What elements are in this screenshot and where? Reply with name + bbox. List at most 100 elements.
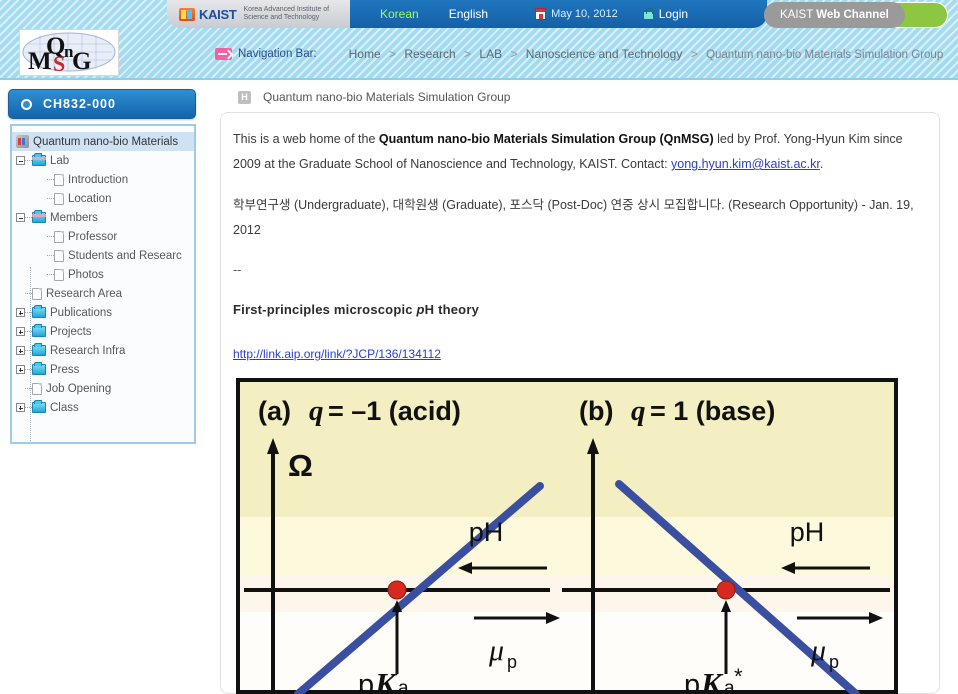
sidebar-item-research-area[interactable]: Research Area <box>12 284 194 303</box>
svg-text:pH: pH <box>790 517 825 547</box>
collapse-minus-icon[interactable] <box>16 156 25 165</box>
home-icon: H <box>238 90 251 104</box>
sidebar-tree: Quantum nano-bio Materials Lab Introduct… <box>12 126 194 417</box>
calendar-icon <box>535 8 547 20</box>
breadcrumb-item-nanoscience[interactable]: Nanoscience and Technology <box>526 47 683 61</box>
intro-group-name: Quantum nano-bio Materials Simulation Gr… <box>378 132 714 146</box>
recruitment-paragraph: 학부연구생 (Undergraduate), 대학원생 (Graduate), … <box>233 198 914 237</box>
svg-text:= 1 (base): = 1 (base) <box>650 396 775 426</box>
svg-text:p: p <box>829 652 839 672</box>
sidebar-item-lab[interactable]: Lab <box>12 151 194 170</box>
kaist-subtitle: Korea Advanced Institute of Science and … <box>243 5 330 22</box>
tree-connector <box>47 235 54 238</box>
kaist-brand-text: KAIST <box>199 6 237 22</box>
sidebar-item-label: Introduction <box>68 173 129 186</box>
sidebar-item-label: Research Infra <box>50 344 126 357</box>
document-icon <box>54 268 64 281</box>
svg-text:*: * <box>734 664 743 689</box>
sidebar-item-research-infra[interactable]: Research Infra <box>12 341 194 360</box>
login-button[interactable]: Login <box>642 7 688 21</box>
sidebar-header-title: CH832-000 <box>43 97 116 111</box>
svg-text:= –1 (acid): = –1 (acid) <box>328 396 461 426</box>
sidebar-item-job-opening[interactable]: Job Opening <box>12 379 194 398</box>
document-icon <box>54 173 64 186</box>
svg-text:μ: μ <box>488 634 504 667</box>
lang-english-link[interactable]: English <box>449 7 488 21</box>
globe-icon <box>16 135 29 148</box>
sidebar-item-label: Press <box>50 363 80 376</box>
folder-icon <box>32 400 46 413</box>
lang-korean-link[interactable]: Korean <box>380 7 419 21</box>
expand-plus-icon[interactable] <box>16 308 25 317</box>
sidebar-item-photos[interactable]: Photos <box>12 265 194 284</box>
svg-text:(a): (a) <box>258 396 291 426</box>
page-root: KAIST Korea Advanced Institute of Scienc… <box>0 0 958 694</box>
contact-email-link[interactable]: yong.hyun.kim@kaist.ac.kr <box>671 157 820 171</box>
svg-text:Ω: Ω <box>288 448 313 483</box>
header-utility-bar: Korean English May 10, 2012 Login <box>350 0 767 28</box>
highlight-title: First-principles microscopic pH theory <box>233 302 480 317</box>
sidebar-item-label: Professor <box>68 230 118 243</box>
document-icon <box>54 192 64 205</box>
tree-connector <box>47 273 54 276</box>
svg-text:pH: pH <box>469 517 504 547</box>
text-divider: -- <box>233 263 242 277</box>
svg-text:p: p <box>507 652 517 672</box>
arrow-right-icon <box>215 48 232 60</box>
sidebar-item-publications[interactable]: Publications <box>12 303 194 322</box>
sidebar-item-quantum-nano-bio-materials[interactable]: Quantum nano-bio Materials <box>12 132 194 151</box>
breadcrumb-item-lab[interactable]: LAB <box>479 47 502 61</box>
sidebar-item-press[interactable]: Press <box>12 360 194 379</box>
sidebar-item-label: Quantum nano-bio Materials <box>33 135 179 148</box>
svg-text:a: a <box>398 678 409 694</box>
svg-text:q: q <box>309 395 324 427</box>
document-icon <box>32 382 42 395</box>
sidebar-item-class[interactable]: Class <box>12 398 194 417</box>
sidebar-item-professor[interactable]: Professor <box>12 227 194 246</box>
kaist-tv-icon <box>179 7 195 21</box>
lock-icon <box>642 7 654 20</box>
circle-icon <box>21 98 32 110</box>
svg-text:K: K <box>700 666 724 694</box>
sidebar-item-students-and-researchers[interactable]: Students and Researc <box>12 246 194 265</box>
sidebar-item-projects[interactable]: Projects <box>12 322 194 341</box>
kaist-brand-tab[interactable]: KAIST Korea Advanced Institute of Scienc… <box>167 0 383 28</box>
sidebar-item-location[interactable]: Location <box>12 189 194 208</box>
expand-plus-icon[interactable] <box>16 327 25 336</box>
sidebar-item-label: Publications <box>50 306 113 319</box>
collapse-minus-icon[interactable] <box>16 213 25 222</box>
breadcrumb-item-research[interactable]: Research <box>404 47 455 61</box>
breadcrumb-separator: > <box>388 47 396 61</box>
web-channel-button[interactable]: KAIST Web Channel <box>764 2 905 28</box>
document-icon <box>32 287 42 300</box>
tree-connector <box>47 197 54 200</box>
breadcrumb-item-home[interactable]: Home <box>349 47 381 61</box>
sidebar-tree-panel: Quantum nano-bio Materials Lab Introduct… <box>10 124 196 444</box>
reference-link-row: http://link.aip.org/link/?JCP/136/134112 <box>233 339 921 369</box>
svg-text:q: q <box>631 395 646 427</box>
expand-plus-icon[interactable] <box>16 346 25 355</box>
reference-link[interactable]: http://link.aip.org/link/?JCP/136/134112 <box>233 347 441 361</box>
document-icon <box>54 249 64 262</box>
figure-svg: (a) q = –1 (acid) Ω pH μ p p K a (b) q =… <box>236 378 898 694</box>
svg-text:μ: μ <box>810 634 826 667</box>
intro-text-3: . <box>819 157 824 171</box>
sidebar-item-members[interactable]: Members <box>12 208 194 227</box>
expand-plus-icon[interactable] <box>16 403 25 412</box>
svg-text:K: K <box>374 666 398 694</box>
expand-plus-icon[interactable] <box>16 365 25 374</box>
sidebar-item-label: Class <box>50 401 79 414</box>
folder-icon <box>32 362 46 375</box>
navigation-bar: Navigation Bar: Home > Research > LAB > … <box>0 42 958 66</box>
tree-connector <box>47 178 54 181</box>
navigation-bar-label: Navigation Bar: <box>238 48 317 60</box>
sidebar-item-label: Location <box>68 192 112 205</box>
intro-text-1: This is a web home of the <box>233 132 379 146</box>
ph-theory-figure: (a) q = –1 (acid) Ω pH μ p p K a (b) q =… <box>236 378 898 694</box>
sidebar-item-introduction[interactable]: Introduction <box>12 170 194 189</box>
svg-text:p: p <box>358 669 374 694</box>
document-icon <box>54 230 64 243</box>
tree-connector <box>25 216 32 219</box>
folder-open-icon <box>32 153 46 166</box>
